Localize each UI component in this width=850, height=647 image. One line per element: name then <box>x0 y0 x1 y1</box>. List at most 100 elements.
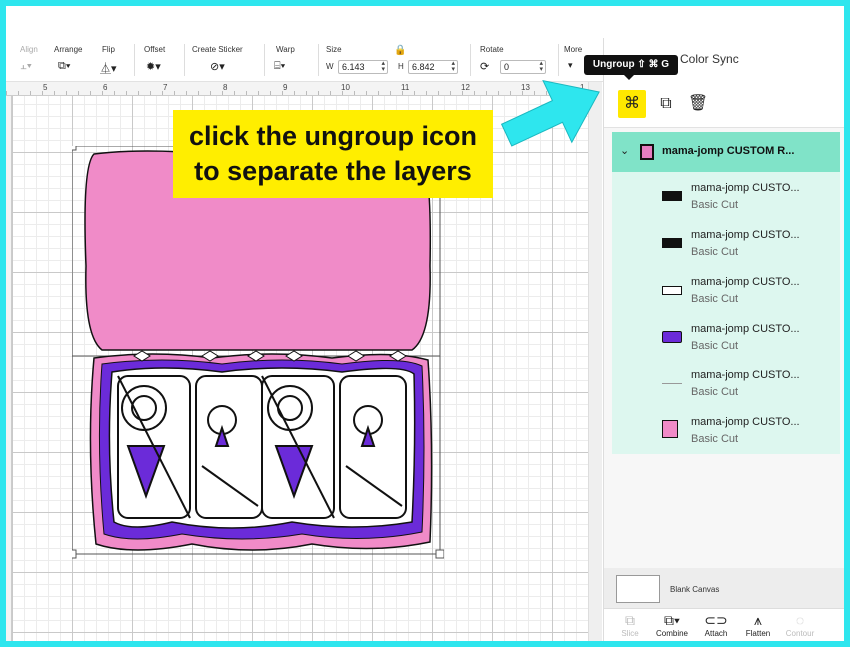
ruler-number: 8 <box>223 83 228 92</box>
canvas-scrollbar[interactable] <box>588 82 602 641</box>
slice-icon: ⧉ <box>625 612 635 628</box>
height-stepper[interactable]: ▴ ▾ <box>451 60 455 73</box>
rotate-icon: ⟳ <box>480 61 490 73</box>
combine-icon: ⧉▾ <box>664 612 680 628</box>
layer-thumbnail <box>662 238 682 248</box>
ruler-number: 10 <box>341 83 350 92</box>
layer-row[interactable]: mama-jomp CUSTO... Basic Cut <box>612 268 840 315</box>
toolbar-divider <box>470 44 471 76</box>
ruler-number: 5 <box>43 83 48 92</box>
offset-label: Offset <box>144 45 166 54</box>
offset-icon: ✹▾ <box>146 61 161 73</box>
align-control[interactable]: Align ⫠▾ <box>20 38 50 82</box>
selection-handle <box>72 549 77 559</box>
blank-canvas-swatch <box>616 575 660 603</box>
height-value: 6.842 <box>412 62 435 72</box>
ungroup-icon: ⌘ <box>624 95 640 112</box>
width-input[interactable]: 6.143 ▴ ▾ <box>338 60 388 74</box>
group-row[interactable]: ⌄ mama-jomp CUSTOM R... <box>612 132 840 172</box>
arrange-icon: ⧉▾ <box>58 60 71 72</box>
layer-operation: Basic Cut <box>691 340 739 352</box>
combine-button[interactable]: ⧉▾ Combine <box>652 611 692 638</box>
chevron-down-icon[interactable]: ⌄ <box>620 144 629 157</box>
selection-handle <box>72 146 77 151</box>
mama-design-artwork[interactable] <box>72 146 444 560</box>
layer-row[interactable]: mama-jomp CUSTO... Basic Cut <box>612 408 840 455</box>
layer-row[interactable]: mama-jomp CUSTO... Basic Cut <box>612 221 840 268</box>
align-label: Align <box>20 45 38 54</box>
contour-icon: ◌ <box>795 612 805 628</box>
app-window: Align ⫠▾ Arrange ⧉▾ Flip ⏅▾ Offset ✹▾ Cr… <box>6 6 844 641</box>
instruction-callout: click the ungroup icon to separate the l… <box>173 110 493 198</box>
layer-name: mama-jomp CUSTO... <box>691 323 800 335</box>
toolbar-divider <box>264 44 265 76</box>
attach-icon: ⊂⊃ <box>704 612 728 628</box>
arrange-label: Arrange <box>54 45 83 54</box>
create-sticker-control[interactable]: Create Sticker ⊘▾ <box>192 38 258 82</box>
callout-line-2: to separate the layers <box>194 156 472 186</box>
ruler-number: 7 <box>163 83 168 92</box>
delete-button[interactable]: 🗑 <box>684 90 712 118</box>
height-input[interactable]: 6.842 ▴ ▾ <box>408 60 458 74</box>
callout-line-1: click the ungroup icon <box>188 121 478 151</box>
ungroup-button[interactable]: ⌘ <box>618 90 646 118</box>
layer-thumbnail <box>662 383 682 384</box>
blank-canvas-row[interactable]: Blank Canvas <box>604 568 844 608</box>
size-label: Size <box>326 45 342 54</box>
slice-button[interactable]: ⧉ Slice <box>610 611 650 638</box>
layer-name: mama-jomp CUSTO... <box>691 276 800 288</box>
duplicate-button[interactable]: ⧉ <box>652 90 680 118</box>
ruler-number: 11 <box>401 83 410 92</box>
width-value: 6.143 <box>342 62 365 72</box>
create-sticker-label: Create Sticker <box>192 45 243 54</box>
flip-control[interactable]: Flip ⏅▾ <box>100 38 130 82</box>
warp-control[interactable]: Warp ⌸▾ <box>274 38 314 82</box>
trash-icon: 🗑 <box>687 95 709 112</box>
toolbar-divider <box>318 44 319 76</box>
sticker-icon: ⊘▾ <box>210 61 225 73</box>
layer-thumbnail <box>662 420 678 438</box>
arrange-control[interactable]: Arrange ⧉▾ <box>54 38 90 82</box>
flip-label: Flip <box>102 45 115 54</box>
width-stepper[interactable]: ▴ ▾ <box>381 60 385 73</box>
layer-operation: Basic Cut <box>691 293 739 305</box>
layer-name: mama-jomp CUSTO... <box>691 416 800 428</box>
layer-operation: Basic Cut <box>691 246 739 258</box>
layer-name: mama-jomp CUSTO... <box>691 369 800 381</box>
layer-thumbnail <box>662 286 682 295</box>
ungroup-tooltip: Ungroup ⇧ ⌘ G <box>584 55 678 80</box>
offset-control[interactable]: Offset ✹▾ <box>144 38 184 82</box>
flatten-label: Flatten <box>745 629 771 638</box>
rotate-value: 0 <box>504 62 510 72</box>
slice-label: Slice <box>621 629 639 638</box>
attach-button[interactable]: ⊂⊃ Attach <box>696 611 736 638</box>
layer-thumbnail <box>662 331 682 343</box>
height-label: H <box>398 62 404 71</box>
layer-row[interactable]: mama-jomp CUSTO... Basic Cut <box>612 361 840 408</box>
align-icon: ⫠▾ <box>20 60 33 72</box>
layers-list: ⌄ mama-jomp CUSTOM R... mama-jomp CUSTO.… <box>612 132 840 454</box>
layer-operation: Basic Cut <box>691 433 739 445</box>
layer-operation: Basic Cut <box>691 199 739 211</box>
toolbar-divider <box>134 44 135 76</box>
more-label: More <box>564 45 583 54</box>
combine-label: Combine <box>655 629 688 638</box>
layer-tools: ⌘ ⧉ 🗑 <box>604 80 844 128</box>
flatten-button[interactable]: ⩚ Flatten <box>738 611 778 638</box>
lock-icon[interactable]: 🔒 <box>394 45 406 56</box>
warp-label: Warp <box>276 45 295 54</box>
layer-row[interactable]: mama-jomp CUSTO... Basic Cut <box>612 315 840 362</box>
flip-icon: ⏅▾ <box>100 63 117 75</box>
panel-action-bar: ⧉ Slice ⧉▾ Combine ⊂⊃ Attach ⩚ Flatten ◌… <box>604 608 844 641</box>
warp-icon: ⌸▾ <box>274 60 286 72</box>
tab-color-sync[interactable]: Color Sync <box>680 52 739 66</box>
layer-name: mama-jomp CUSTO... <box>691 229 800 241</box>
layer-operation: Basic Cut <box>691 386 739 398</box>
flatten-icon: ⩚ <box>754 612 762 628</box>
ruler-number: 9 <box>283 83 288 92</box>
selection-handle <box>435 549 444 559</box>
pointer-arrow-icon <box>500 79 600 147</box>
blank-canvas-label: Blank Canvas <box>670 585 720 594</box>
contour-button[interactable]: ◌ Contour <box>780 611 820 638</box>
layer-row[interactable]: mama-jomp CUSTO... Basic Cut <box>612 174 840 221</box>
